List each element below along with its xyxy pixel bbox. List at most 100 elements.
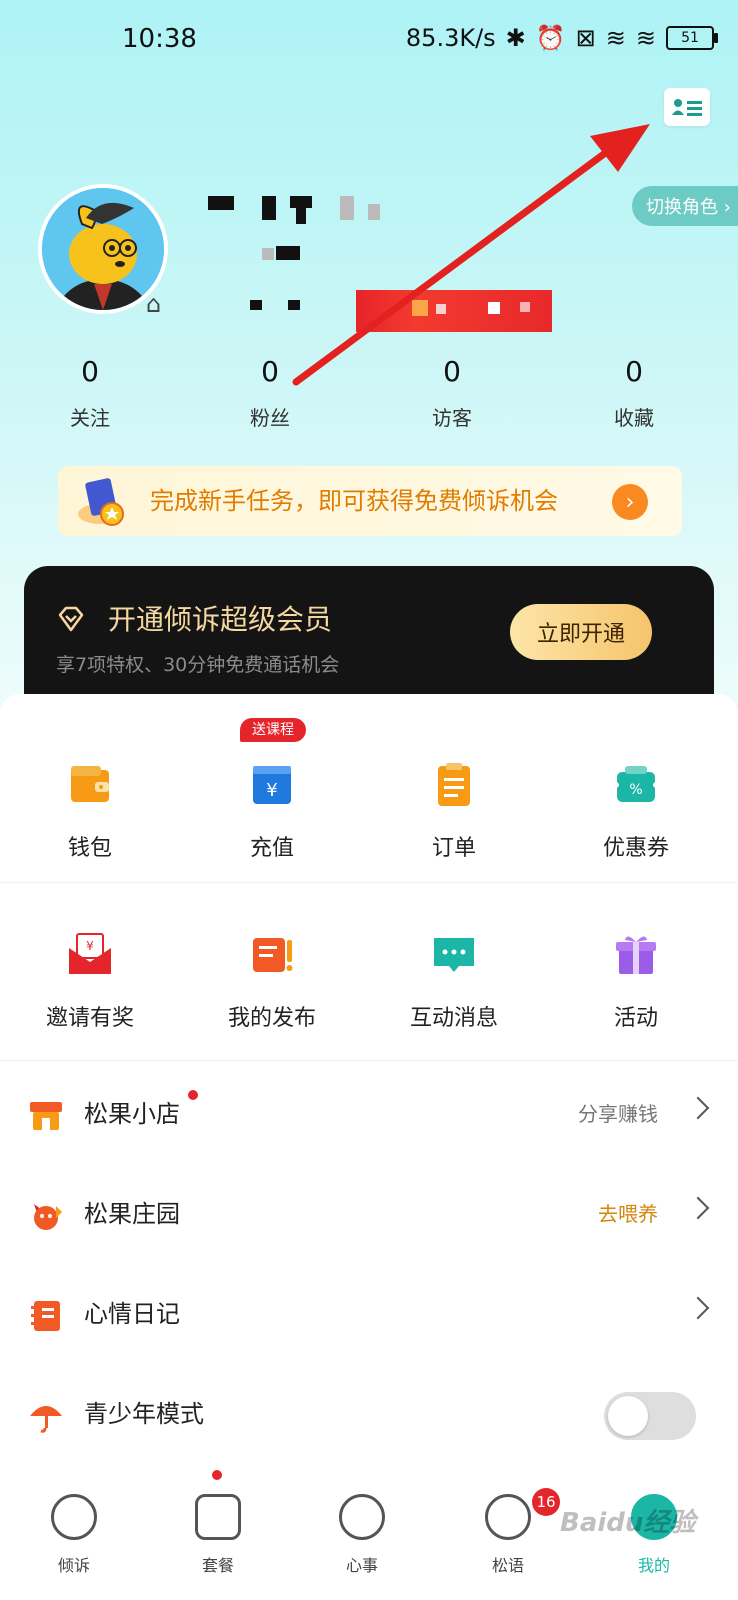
- chevron-right-icon: [686, 1196, 710, 1220]
- grid-item-label: 充值: [249, 836, 294, 861]
- list-item-title: 松果庄园: [84, 1200, 180, 1228]
- recharge-icon: ¥: [253, 766, 291, 804]
- grid-item-invite[interactable]: ¥ 邀请有奖: [0, 930, 180, 1032]
- status-time: 10:38: [122, 24, 197, 54]
- newbie-task-banner[interactable]: 完成新手任务，即可获得免费倾诉机会 ›: [58, 466, 682, 536]
- gift-icon: [616, 936, 656, 974]
- list-item-manor[interactable]: 松果庄园 去喂养: [0, 1164, 738, 1264]
- list-item-title: 心情日记: [84, 1300, 180, 1328]
- stat-value: 0: [81, 355, 99, 388]
- stat-value: 0: [443, 355, 461, 388]
- book-medal-icon: [78, 478, 124, 526]
- stat-label: 关注: [70, 406, 110, 430]
- list-item-mood-diary[interactable]: 心情日记: [0, 1264, 738, 1364]
- coupon-icon: %: [617, 766, 655, 802]
- svg-text:¥: ¥: [266, 780, 277, 801]
- status-indicators: 85.3K/s ✱ ⏰ ⊠ ≋ ≋ 51: [405, 24, 718, 52]
- teen-mode-toggle[interactable]: [604, 1392, 696, 1440]
- smile-icon: [339, 1494, 385, 1540]
- battery-icon: 51: [666, 26, 718, 50]
- watermark: Baidu经验: [560, 1508, 696, 1538]
- stat-following[interactable]: 0 关注: [30, 350, 150, 431]
- grid-item-coupon[interactable]: % 优惠券: [546, 760, 726, 862]
- vip-membership-card[interactable]: 开通倾诉超级会员 享7项特权、30分钟免费通话机会 立即开通: [24, 566, 714, 706]
- grid-item-label: 钱包: [67, 836, 112, 861]
- vip-subtitle: 享7项特权、30分钟免费通话机会: [56, 654, 340, 676]
- tab-label: 松语: [491, 1556, 524, 1575]
- grid-item-activity[interactable]: 活动: [546, 930, 726, 1032]
- chevron-right-icon: [686, 1096, 710, 1120]
- no-sim-icon: ⊠: [575, 24, 596, 52]
- tab-label: 我的: [637, 1556, 670, 1575]
- tab-confide[interactable]: 倾诉: [14, 1494, 134, 1576]
- wallet-icon: [71, 766, 109, 802]
- wifi-icon-2: ≋: [635, 24, 656, 52]
- open-vip-button[interactable]: 立即开通: [510, 604, 652, 660]
- diary-icon: [31, 1301, 60, 1331]
- task-banner-text: 完成新手任务，即可获得免费倾诉机会: [150, 487, 558, 515]
- svg-text:¥: ¥: [86, 939, 94, 953]
- redacted-badge: [356, 290, 552, 332]
- divider: [0, 1060, 738, 1061]
- id-card-icon: [672, 99, 702, 116]
- stat-visitors[interactable]: 0 访客: [392, 350, 512, 431]
- chat-icon: [485, 1494, 531, 1540]
- home-icon[interactable]: ⌂: [146, 290, 161, 318]
- invite-icon: ¥: [69, 933, 111, 974]
- tab-label: 套餐: [201, 1556, 234, 1575]
- grid-item-label: 活动: [613, 1006, 658, 1031]
- grid-item-label: 优惠券: [602, 836, 669, 861]
- profile-stats: 0 关注 0 粉丝 0 访客 0 收藏: [0, 350, 738, 450]
- unread-badge: 16: [532, 1488, 560, 1516]
- list-item-hint: 分享赚钱: [578, 1102, 658, 1126]
- promo-tag: 送课程: [240, 718, 306, 742]
- network-speed: 85.3K/s: [405, 24, 496, 52]
- tab-heart-matters[interactable]: 心事: [302, 1494, 422, 1576]
- grid-item-label: 互动消息: [409, 1006, 498, 1031]
- list-item-hint: 去喂养: [598, 1202, 658, 1226]
- message-icon: [434, 938, 474, 972]
- grid-item-label: 我的发布: [227, 1006, 316, 1031]
- tab-label: 倾诉: [57, 1556, 90, 1575]
- notification-dot: [188, 1090, 198, 1100]
- stat-value: 0: [261, 355, 279, 388]
- chevron-right-icon: [686, 1296, 710, 1320]
- shop-icon: [30, 1102, 62, 1130]
- diamond-icon: [58, 606, 84, 632]
- grid-item-recharge[interactable]: ¥ 充值: [182, 760, 362, 862]
- grid-item-my-posts[interactable]: 我的发布: [182, 930, 362, 1032]
- stat-favorites[interactable]: 0 收藏: [574, 350, 694, 431]
- alarm-icon: ⏰: [535, 24, 566, 52]
- grid-item-label: 邀请有奖: [45, 1006, 134, 1031]
- tab-packages[interactable]: 套餐: [158, 1494, 278, 1576]
- tab-label: 心事: [345, 1556, 378, 1575]
- profile-card-button[interactable]: [664, 88, 710, 126]
- squirrel-manor-icon: [34, 1204, 62, 1230]
- order-icon: [438, 763, 470, 806]
- svg-text:%: %: [629, 782, 642, 798]
- stat-value: 0: [625, 355, 643, 388]
- stat-label: 收藏: [614, 406, 654, 430]
- arrow-right-icon[interactable]: ›: [612, 484, 648, 520]
- divider: [0, 882, 738, 883]
- wifi-icon: ≋: [605, 24, 626, 52]
- list-item-title: 松果小店: [84, 1100, 180, 1128]
- list-item-shop[interactable]: 松果小店 分享赚钱: [0, 1064, 738, 1164]
- grid-item-interactions[interactable]: 互动消息: [364, 930, 544, 1032]
- stat-label: 粉丝: [250, 406, 290, 430]
- grid-item-wallet[interactable]: 钱包: [0, 760, 180, 862]
- service-grid-row-1: 钱包 ¥ 充值 订单 % 优惠券: [0, 760, 738, 910]
- status-bar: 10:38 85.3K/s ✱ ⏰ ⊠ ≋ ≋ 51: [0, 0, 738, 80]
- list-item-teen-mode: 青少年模式: [0, 1364, 738, 1464]
- switch-role-button[interactable]: 切换角色 ›: [632, 186, 738, 226]
- tab-notification-dot: [212, 1470, 222, 1480]
- grid-item-order[interactable]: 订单: [364, 760, 544, 862]
- list-item-title: 青少年模式: [84, 1400, 204, 1428]
- stat-label: 访客: [432, 406, 472, 430]
- grid-item-label: 订单: [431, 836, 476, 861]
- toggle-knob: [608, 1396, 648, 1436]
- umbrella-icon: [30, 1406, 62, 1433]
- acorn-icon: [51, 1494, 97, 1540]
- stat-fans[interactable]: 0 粉丝: [210, 350, 330, 431]
- bluetooth-icon: ✱: [505, 24, 526, 52]
